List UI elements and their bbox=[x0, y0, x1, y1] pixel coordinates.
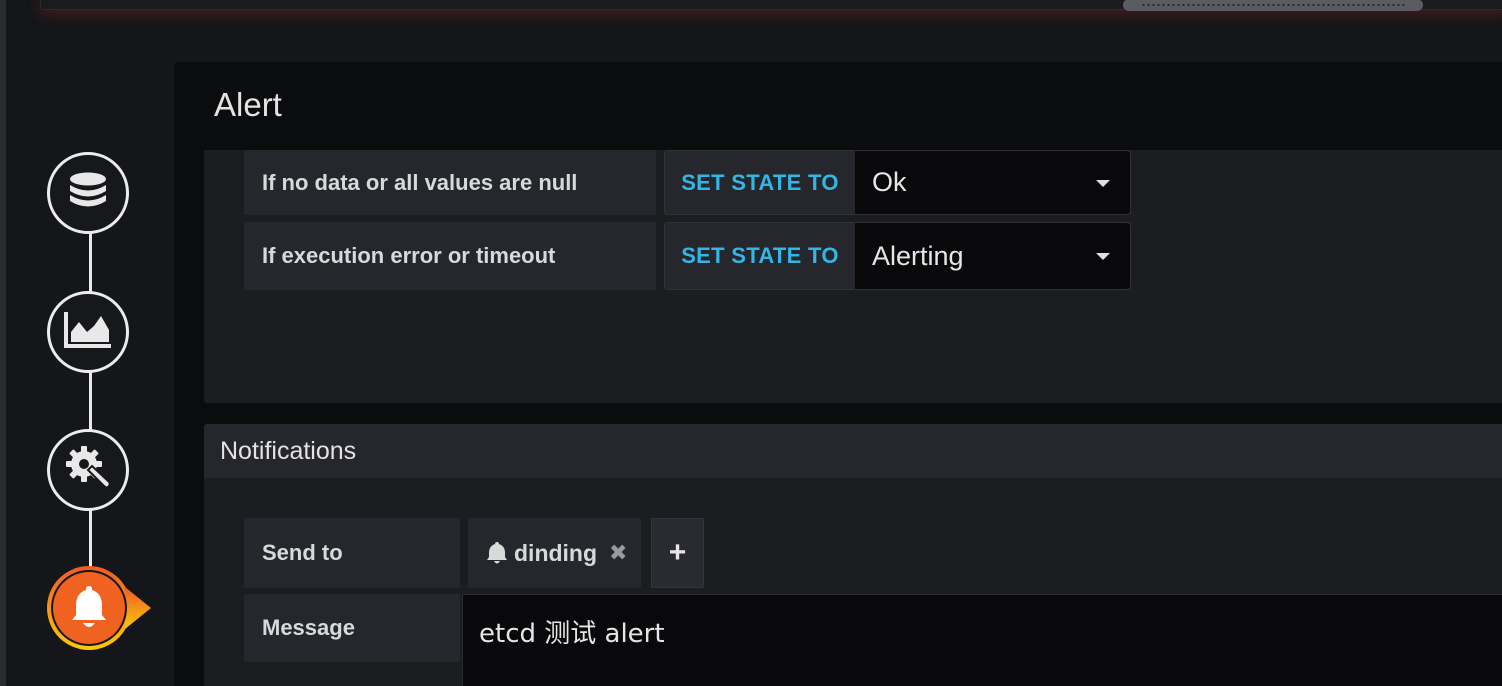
no-data-label: If no data or all values are null bbox=[244, 150, 656, 215]
window-edge bbox=[0, 0, 6, 686]
exec-error-state-select[interactable]: Alerting bbox=[855, 223, 1130, 289]
send-to-label: Send to bbox=[244, 518, 460, 588]
no-data-state-select[interactable]: Ok bbox=[855, 151, 1130, 214]
panel-resize-handle[interactable] bbox=[1123, 0, 1423, 11]
page-title: Alert bbox=[214, 86, 282, 123]
exec-error-set-state-label: SET STATE TO bbox=[681, 243, 839, 268]
nav-timeline-line bbox=[89, 190, 92, 610]
nav-step-queries[interactable] bbox=[47, 152, 129, 234]
exec-error-state-value: Alerting bbox=[872, 240, 964, 271]
bell-icon bbox=[486, 541, 508, 565]
no-data-state-value: Ok bbox=[872, 167, 907, 197]
exec-error-label: If execution error or timeout bbox=[244, 222, 656, 290]
no-data-state-group: SET STATE TO Ok bbox=[664, 150, 1131, 215]
resize-grip-dots bbox=[1141, 4, 1405, 6]
bell-icon bbox=[69, 583, 109, 631]
message-textarea[interactable]: etcd 测试 alert bbox=[462, 594, 1502, 686]
notifications-title: Notifications bbox=[220, 436, 357, 465]
graph-panel-bottom-edge bbox=[40, 0, 1502, 11]
database-icon bbox=[65, 168, 111, 219]
channel-name: dinding bbox=[514, 539, 598, 566]
area-chart-icon bbox=[63, 310, 113, 355]
chevron-down-icon bbox=[1096, 253, 1110, 260]
exec-error-state-group: SET STATE TO Alerting bbox=[664, 222, 1131, 290]
nav-step-visualization[interactable] bbox=[47, 291, 129, 373]
message-label: Message bbox=[244, 594, 460, 662]
no-data-set-state-label: SET STATE TO bbox=[681, 169, 839, 195]
alert-editor-screen: Alert If no data or all values are null … bbox=[0, 0, 1502, 686]
close-icon[interactable]: ✖ bbox=[609, 540, 627, 566]
notification-channel-tag[interactable]: dinding ✖ bbox=[468, 518, 641, 588]
nav-step-general[interactable] bbox=[47, 429, 129, 511]
nav-step-alert[interactable] bbox=[45, 565, 155, 655]
add-channel-button[interactable]: + bbox=[651, 518, 704, 588]
chevron-down-icon bbox=[1096, 179, 1110, 187]
gear-wrench-icon bbox=[64, 444, 112, 497]
notifications-header: Notifications bbox=[204, 424, 1502, 478]
